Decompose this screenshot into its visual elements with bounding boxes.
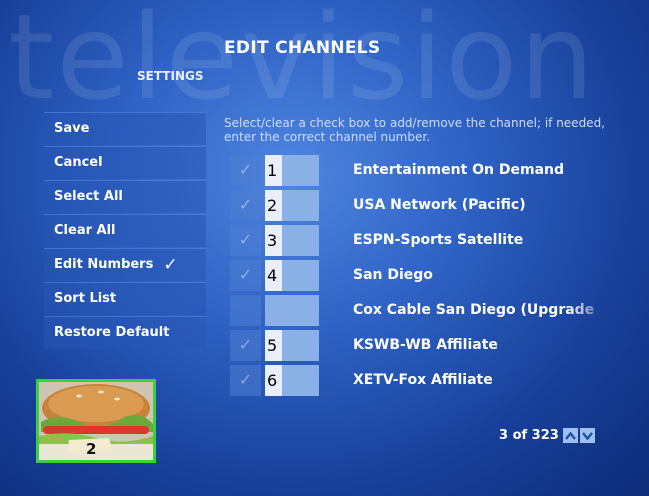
channel-number-field[interactable]: 2 <box>265 190 319 221</box>
channel-name: XETV-Fox Affiliate <box>353 372 493 388</box>
cancel-label: Cancel <box>54 155 103 170</box>
channel-name: San Diego <box>353 267 433 283</box>
preview-channel-number: 2 <box>86 440 97 458</box>
channel-number: 5 <box>265 330 282 361</box>
cancel-button[interactable]: Cancel <box>44 146 206 179</box>
select-all-button[interactable]: Select All <box>44 180 206 213</box>
channel-name: Cox Cable San Diego (Upgrade <box>353 302 595 318</box>
instructions-text: Select/clear a check box to add/remove t… <box>224 116 605 144</box>
channel-number: 3 <box>265 225 282 256</box>
channel-checkbox[interactable]: ✓ <box>230 365 261 396</box>
channel-name: USA Network (Pacific) <box>353 197 526 213</box>
channel-checkbox[interactable]: ✓ <box>230 155 261 186</box>
channel-checkbox[interactable]: ✓ <box>230 190 261 221</box>
page-title: EDIT CHANNELS <box>224 38 381 58</box>
edit-numbers-button[interactable]: Edit Numbers ✓ <box>44 248 206 281</box>
channel-name: ESPN-Sports Satellite <box>353 232 524 248</box>
save-button[interactable]: Save <box>44 112 206 145</box>
page-up-button[interactable] <box>562 428 578 443</box>
channel-number: 4 <box>265 260 282 291</box>
restore-default-label: Restore Default <box>54 325 170 340</box>
background-watermark: television <box>8 0 597 126</box>
page-down-button[interactable] <box>579 428 595 443</box>
list-item: ✓ 5 KSWB-WB Affiliate <box>230 329 630 364</box>
select-all-label: Select All <box>54 189 123 204</box>
clear-all-label: Clear All <box>54 223 116 238</box>
pager: 3 of 323 <box>499 428 595 443</box>
section-label: SETTINGS <box>137 69 204 83</box>
clear-all-button[interactable]: Clear All <box>44 214 206 247</box>
channel-number: 2 <box>265 190 282 221</box>
channel-number-field[interactable]: 5 <box>265 330 319 361</box>
list-item: ✓ 1 Entertainment On Demand <box>230 154 630 189</box>
list-item: ✓ 2 USA Network (Pacific) <box>230 189 630 224</box>
channel-list: ✓ 1 Entertainment On Demand ✓ 2 USA Netw… <box>230 154 630 399</box>
channel-number-field[interactable]: 1 <box>265 155 319 186</box>
sort-list-button[interactable]: Sort List <box>44 282 206 315</box>
list-item: ✓ 3 ESPN-Sports Satellite <box>230 224 630 259</box>
edit-numbers-label: Edit Numbers <box>54 257 154 272</box>
list-item: ✓ 4 San Diego <box>230 259 630 294</box>
page-counter: 3 of 323 <box>499 428 559 443</box>
action-menu: Save Cancel Select All Clear All Edit Nu… <box>44 112 206 350</box>
arrow-up-icon <box>564 431 576 440</box>
save-label: Save <box>54 121 90 136</box>
channel-checkbox[interactable]: ✓ <box>230 260 261 291</box>
channel-number-field[interactable]: 4 <box>265 260 319 291</box>
channel-checkbox[interactable] <box>230 295 261 326</box>
channel-number: 6 <box>265 365 282 396</box>
channel-number-field[interactable]: 3 <box>265 225 319 256</box>
channel-checkbox[interactable]: ✓ <box>230 330 261 361</box>
channel-number: 1 <box>265 155 282 186</box>
channel-number-field[interactable]: 6 <box>265 365 319 396</box>
sort-list-label: Sort List <box>54 291 117 306</box>
list-item: ✓ 6 XETV-Fox Affiliate <box>230 364 630 399</box>
channel-checkbox[interactable]: ✓ <box>230 225 261 256</box>
channel-number-field[interactable] <box>265 295 319 326</box>
arrow-down-icon <box>581 431 593 440</box>
list-item: Cox Cable San Diego (Upgrade <box>230 294 630 329</box>
channel-name: KSWB-WB Affiliate <box>353 337 498 353</box>
restore-default-button[interactable]: Restore Default <box>44 316 206 349</box>
channel-name: Entertainment On Demand <box>353 162 565 178</box>
checkmark-icon: ✓ <box>163 255 178 275</box>
live-tv-preview[interactable]: 2 <box>36 379 156 463</box>
